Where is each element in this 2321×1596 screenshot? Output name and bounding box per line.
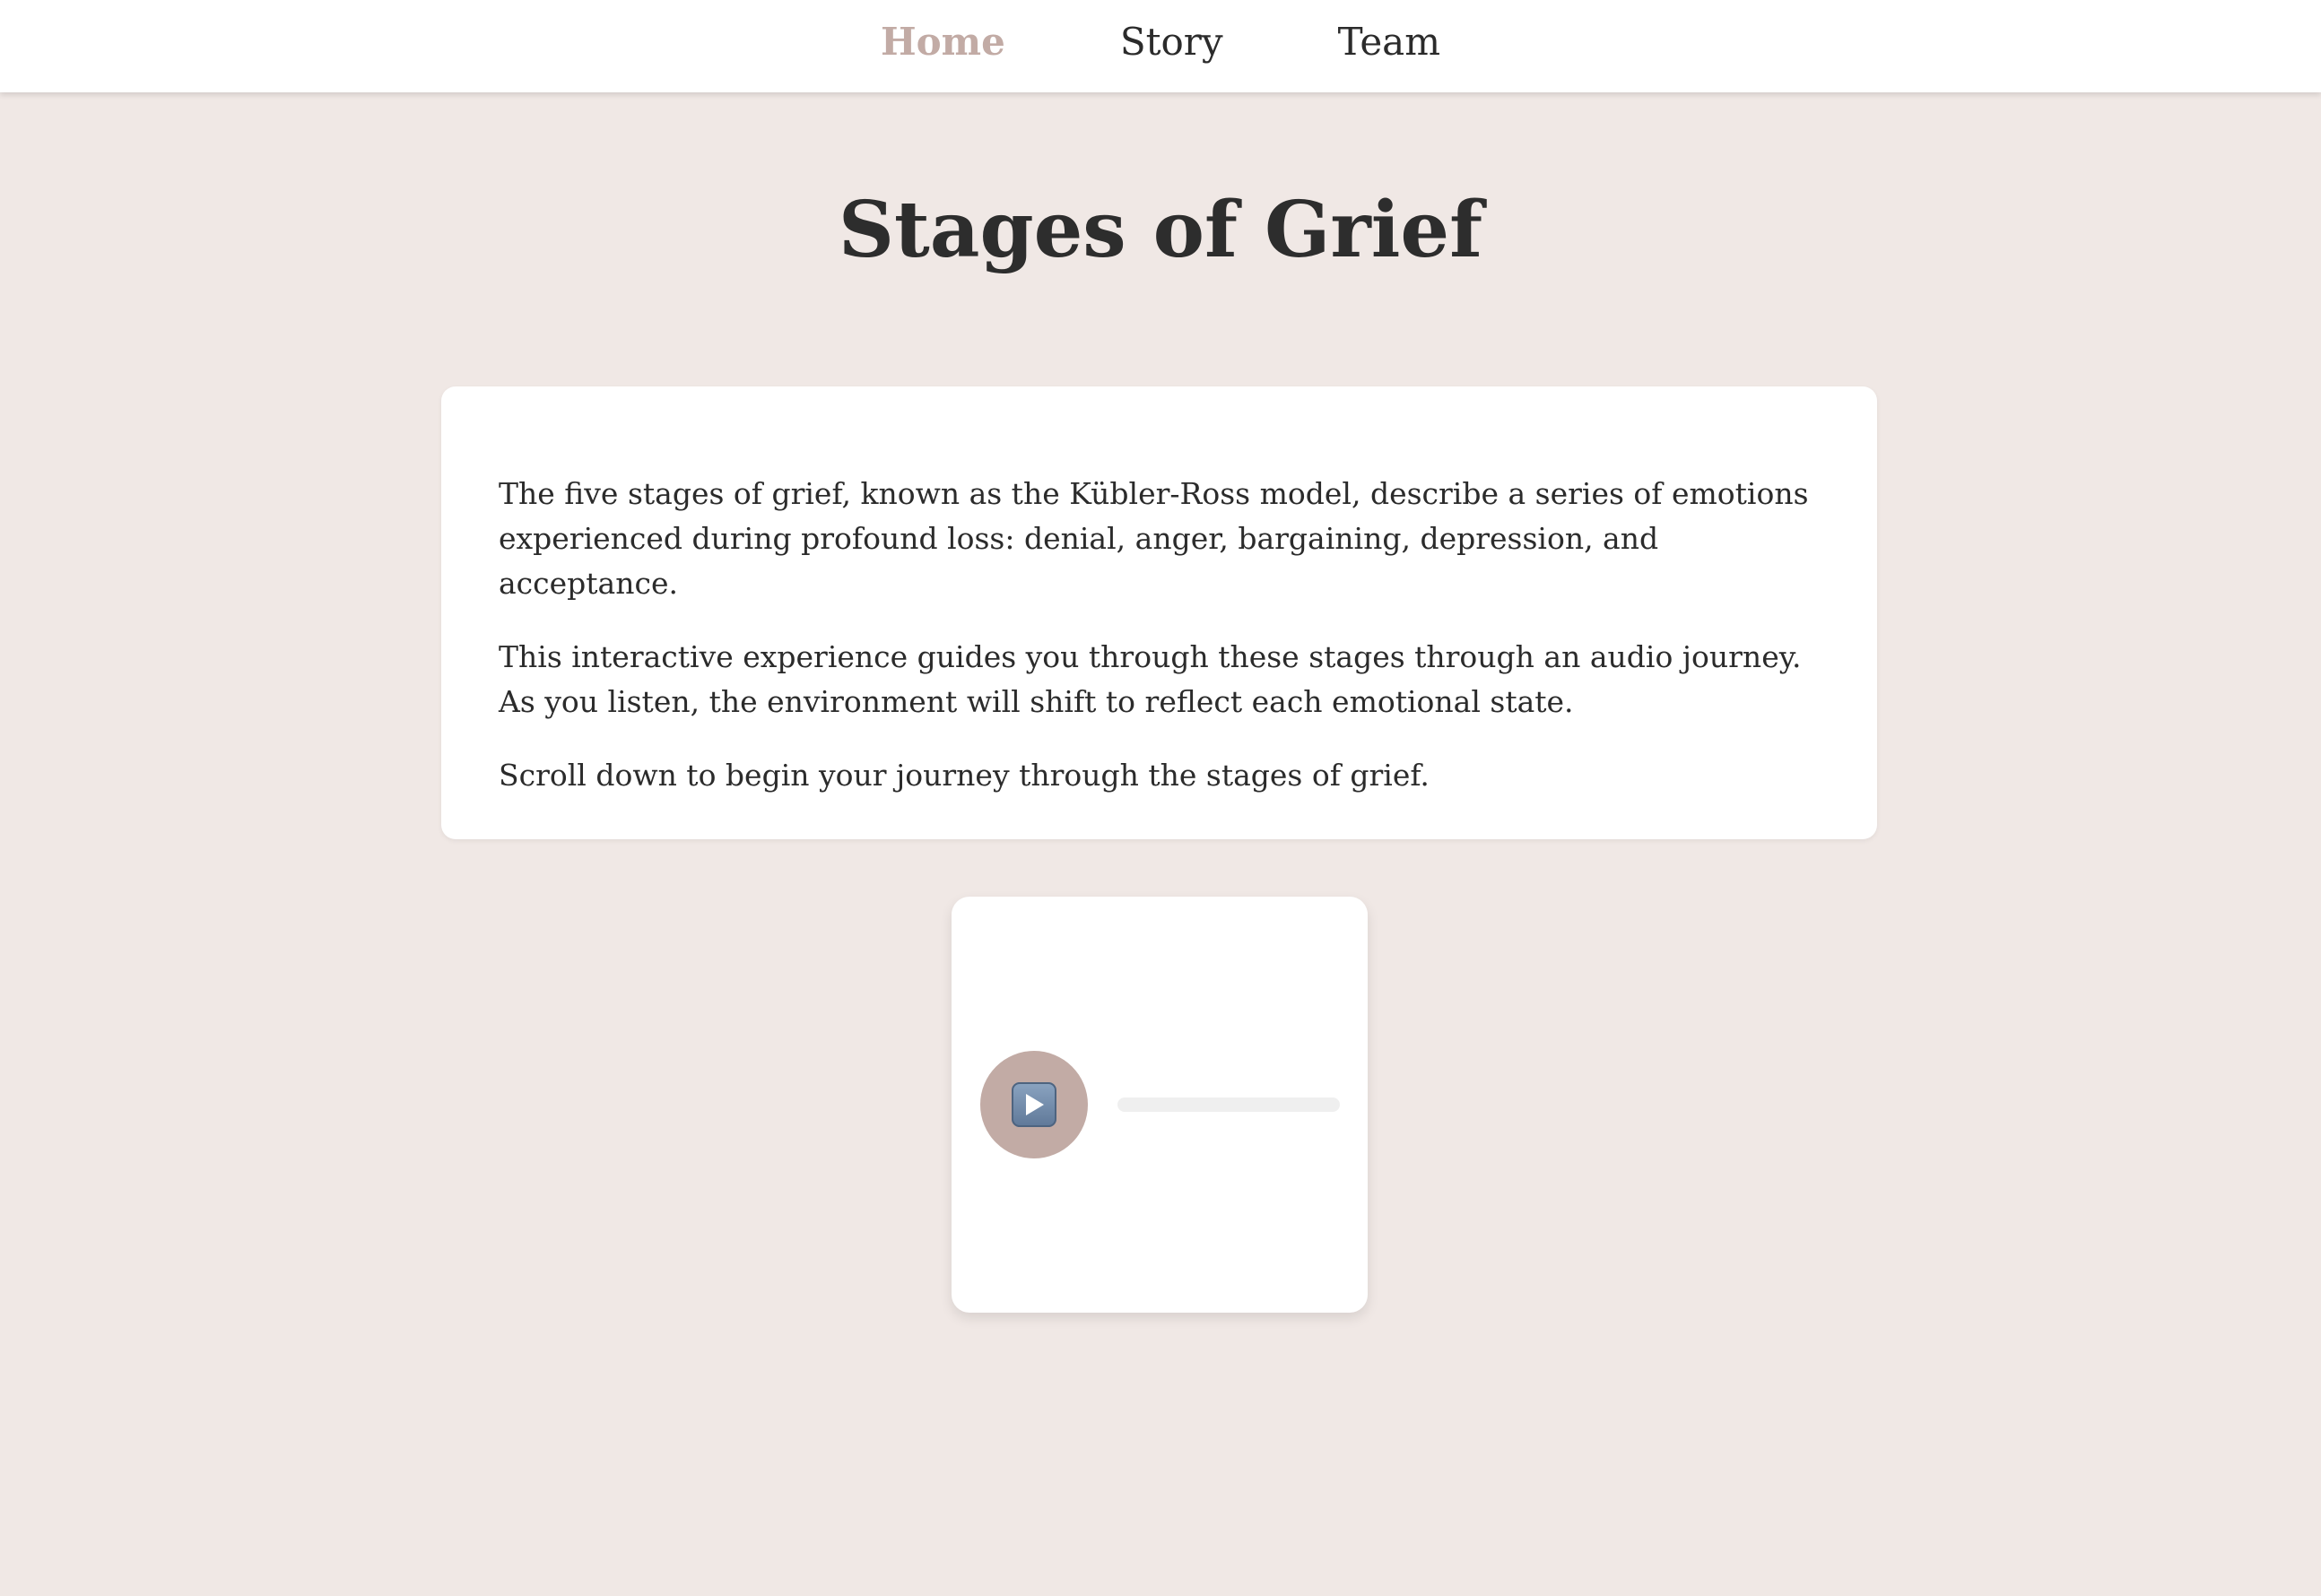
nav-link-home[interactable]: Home [881, 20, 1005, 64]
nav-list: Home Story Team [881, 20, 1440, 64]
top-navbar: Home Story Team [0, 0, 2321, 92]
intro-card: The five stages of grief, known as the K… [441, 386, 1877, 839]
play-icon [1012, 1082, 1056, 1127]
intro-paragraph-3: Scroll down to begin your journey throug… [499, 758, 1430, 793]
page-title: Stages of Grief [838, 185, 1483, 275]
nav-link-story[interactable]: Story [1120, 20, 1223, 64]
audio-player-card [952, 897, 1368, 1313]
intro-paragraph-2: This interactive experience guides you t… [499, 639, 1802, 719]
nav-link-team[interactable]: Team [1338, 20, 1440, 64]
audio-progress-bar[interactable] [1117, 1097, 1340, 1112]
play-button[interactable] [980, 1051, 1088, 1158]
intro-paragraph-1: The five stages of grief, known as the K… [499, 476, 1809, 601]
